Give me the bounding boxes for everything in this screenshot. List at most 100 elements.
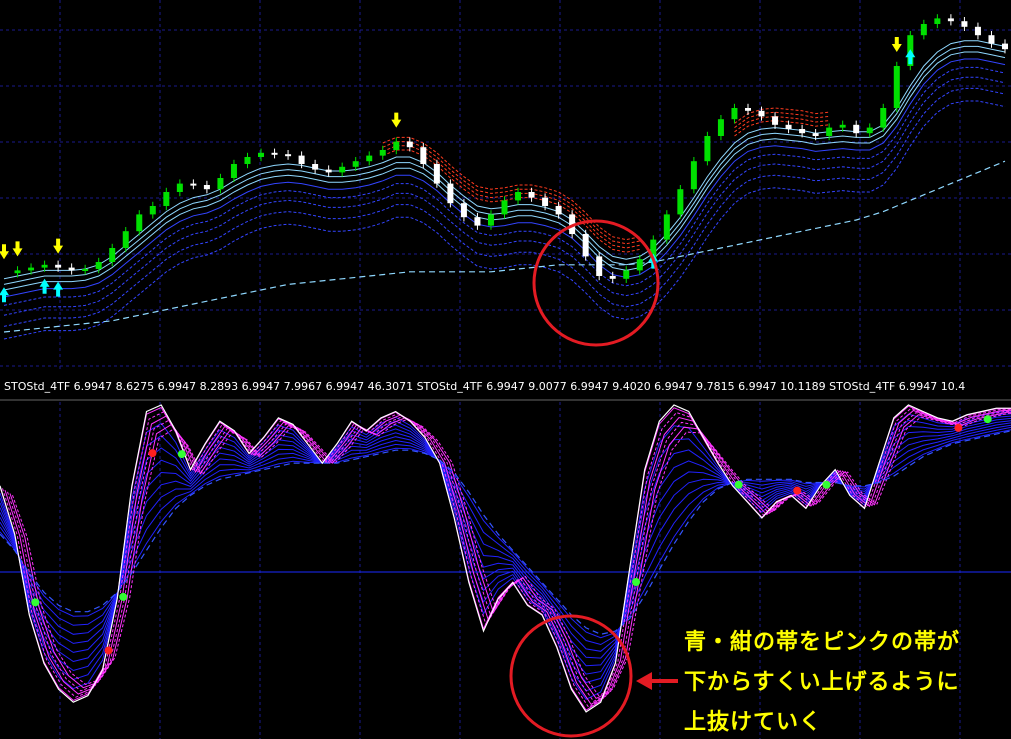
candle-body	[433, 164, 440, 184]
arrow-up-icon	[39, 278, 50, 294]
stoch-dot-red	[954, 423, 963, 432]
indicator-legend: STOStd_4TF 6.9947 8.6275 6.9947 8.2893 6…	[4, 380, 965, 393]
candle-body	[285, 154, 292, 157]
candle-body	[420, 147, 427, 164]
annotation-line-3: 上抜けていく	[684, 710, 823, 735]
candle-body	[515, 192, 522, 201]
highlight-circle-price	[532, 219, 660, 347]
stoch-dot-green	[983, 415, 992, 424]
candle-body	[190, 183, 197, 186]
ribbon-red-line	[734, 111, 830, 129]
candle-body	[28, 267, 35, 271]
candle-body	[68, 267, 75, 271]
candle-body	[244, 157, 251, 164]
candle-body	[447, 183, 454, 204]
candle-body	[474, 217, 481, 226]
candle-body	[839, 124, 846, 128]
candle-body	[799, 129, 806, 134]
candle-body	[704, 136, 711, 162]
candle-body	[880, 108, 887, 128]
candle-body	[974, 26, 981, 36]
stoch-dot-green	[822, 480, 831, 489]
annotation-line-2: 下からすくい上げるように	[684, 670, 960, 695]
ribbon-red-line	[734, 115, 830, 133]
candle-body	[677, 189, 684, 215]
stoch-dot-red	[104, 646, 113, 655]
candle-body	[95, 262, 102, 269]
candle-body	[623, 270, 630, 279]
candle-body	[1002, 43, 1008, 50]
candle-body	[460, 203, 467, 218]
stoch-dot-red	[793, 486, 802, 495]
candle-body	[14, 270, 21, 274]
arrow-up-icon	[53, 281, 64, 297]
stoch-dot-green	[119, 592, 128, 601]
candle-body	[596, 256, 603, 276]
candle-body	[758, 110, 765, 117]
candle-body	[298, 155, 305, 164]
candle-body	[217, 178, 224, 190]
arrow-head-icon	[636, 672, 652, 690]
candle-body	[136, 214, 143, 232]
baseline-ma	[3, 160, 1006, 333]
candle-body	[528, 192, 535, 198]
arrow-down-icon	[0, 244, 9, 260]
stoch-slow-dashed	[0, 430, 1011, 635]
candle-body	[176, 183, 183, 192]
candle-body	[826, 127, 833, 136]
candle-body	[352, 161, 359, 167]
candle-body	[487, 214, 494, 226]
stoch-dot-green	[734, 480, 743, 489]
candle-body	[55, 264, 62, 268]
arrow-down-icon	[53, 238, 64, 254]
stoch-blue-line	[0, 429, 1011, 639]
candle-body	[122, 231, 129, 248]
candle-body	[271, 152, 278, 155]
candle-body	[41, 264, 48, 268]
candle-body	[717, 119, 724, 136]
stoch-dot-red	[148, 449, 157, 458]
candle-body	[82, 269, 89, 271]
candle-body	[555, 206, 562, 215]
stoch-dot-green	[177, 450, 186, 459]
candle-body	[109, 248, 116, 262]
candle-body	[501, 200, 508, 215]
stoch-dot-green	[632, 578, 641, 587]
arrow-down-icon	[391, 112, 402, 128]
candle-body	[339, 166, 346, 173]
candle-body	[609, 276, 616, 279]
candle-body	[772, 116, 779, 125]
candle-body	[393, 141, 400, 150]
candle-body	[961, 21, 968, 27]
arrow-up-icon	[905, 49, 916, 65]
candle-body	[920, 24, 927, 36]
candle-body	[934, 18, 941, 24]
candle-body	[542, 197, 549, 206]
candle-body	[893, 66, 900, 108]
candle-body	[312, 164, 319, 170]
candle-body	[812, 133, 819, 136]
candle-body	[744, 108, 751, 111]
candle-body	[366, 155, 373, 162]
candle-body	[866, 127, 873, 134]
candle-body	[203, 185, 210, 190]
candle-body	[379, 150, 386, 156]
candle-body	[636, 259, 643, 271]
arrow-down-icon	[891, 37, 902, 52]
candle-body	[947, 18, 954, 22]
candle-body	[230, 164, 237, 178]
candle-body	[731, 108, 738, 120]
annotation-arrow	[636, 672, 678, 690]
candle-body	[325, 169, 332, 173]
ribbon-line	[3, 58, 1006, 298]
candle-body	[163, 192, 170, 206]
candle-body	[258, 152, 265, 157]
candle-body	[663, 214, 670, 240]
ribbon-line	[3, 40, 1006, 280]
candle-body	[988, 35, 995, 44]
stoch-dot-green	[31, 598, 40, 607]
candle-body	[785, 124, 792, 129]
candle-body	[853, 124, 860, 134]
candle-body	[690, 161, 697, 190]
candle-body	[149, 206, 156, 215]
